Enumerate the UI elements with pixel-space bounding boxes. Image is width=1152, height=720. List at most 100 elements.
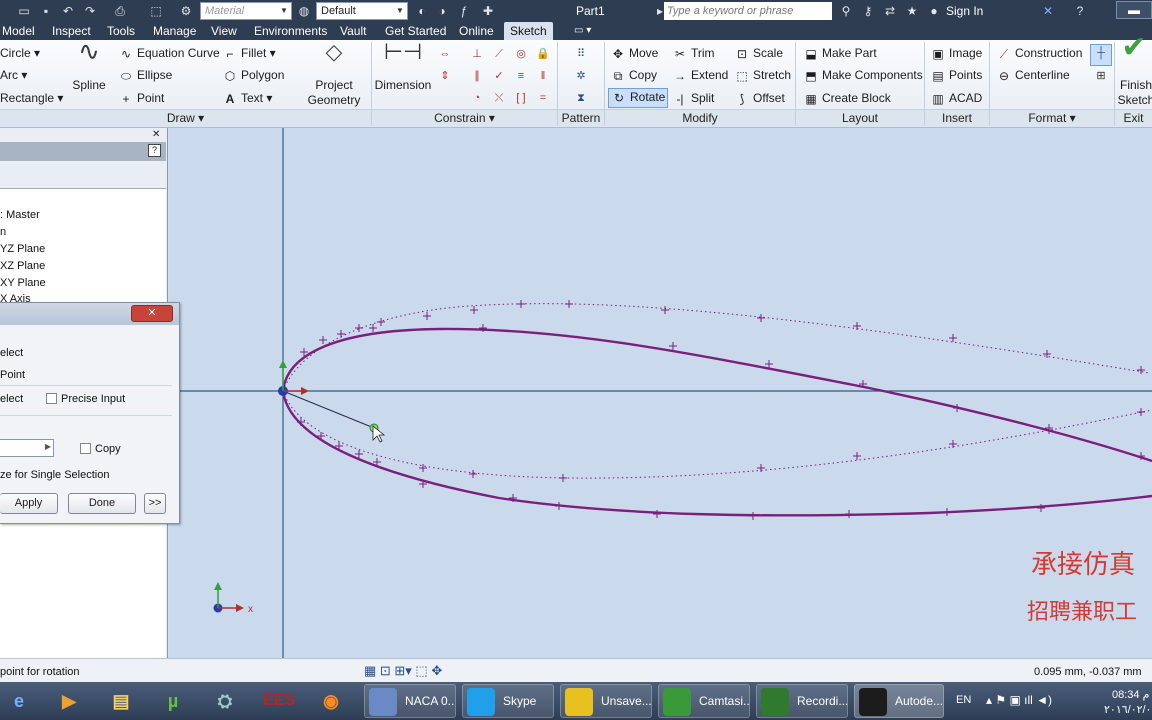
task-naca[interactable]: NACA 0... (364, 684, 456, 718)
smooth-icon[interactable]: ◔ (468, 89, 486, 107)
mirror-icon[interactable]: ⧗ (572, 89, 590, 107)
save-icon[interactable]: ▪ (38, 3, 54, 19)
equal-length-icon[interactable]: = (534, 89, 552, 107)
select-label-2[interactable]: elect (0, 393, 23, 405)
project-geometry-icon[interactable]: ◇ (306, 41, 362, 63)
ribbon-options-icon[interactable]: ▭ ▾ (574, 22, 591, 40)
tree-item-xy-plane[interactable]: XY Plane (0, 277, 46, 289)
tab-vault[interactable]: Vault (340, 22, 366, 40)
tab-environments[interactable]: Environments (254, 22, 327, 40)
clock-date[interactable]: ٢٠١٦/٠٢/٠ (1104, 703, 1151, 716)
dialog-close-button[interactable]: ✕ (131, 305, 173, 322)
make-components-button[interactable]: ⬒ Make Components (803, 67, 922, 84)
arc-button[interactable]: Arc ▾ (0, 67, 27, 83)
acad-button[interactable]: ▥ ACAD (930, 90, 982, 107)
scale-button[interactable]: ⊡ Scale (734, 45, 783, 62)
equal-icon[interactable]: [ ] (512, 89, 530, 107)
ellipse-button[interactable]: ⬭ Ellipse (118, 67, 172, 84)
tab-manage[interactable]: Manage (153, 22, 196, 40)
dimension-label[interactable]: Dimension (374, 78, 432, 93)
task-camtasia[interactable]: Camtasi... (658, 684, 750, 718)
search-input[interactable]: Type a keyword or phrase (664, 2, 832, 20)
lower-construction-curve[interactable] (282, 390, 1152, 479)
trim-button[interactable]: ✂ Trim (672, 45, 715, 62)
folder-icon[interactable]: ▤ (104, 685, 138, 717)
grid-icon[interactable]: ✚ (480, 3, 496, 19)
tree-item-yz-plane[interactable]: YZ Plane (0, 243, 45, 255)
tab-view[interactable]: View (211, 22, 237, 40)
material-combo[interactable]: Material ▼ (200, 2, 292, 20)
coincident-icon[interactable]: ✓ (490, 67, 508, 85)
print-icon[interactable]: ⎙ (112, 3, 128, 19)
help-icon[interactable]: ? (1072, 3, 1088, 19)
vertical-icon[interactable]: ‖ (534, 67, 552, 85)
tray-icons[interactable]: ▴ ⚑ ▣ ıll ◄) (986, 693, 1052, 707)
show-format-icon[interactable]: ⊞ (1090, 67, 1112, 85)
rectangular-pattern-icon[interactable]: ⠿ (572, 45, 590, 63)
text-button[interactable]: A Text ▾ (222, 90, 273, 107)
apply-button[interactable]: Apply (0, 493, 58, 514)
angle-arrow-icon[interactable]: ▶ (45, 442, 51, 451)
image-button[interactable]: ▣ Image (930, 45, 982, 62)
task-unsaved[interactable]: Unsave... (560, 684, 652, 718)
redo-icon[interactable]: ↷ (82, 3, 98, 19)
sign-in-link[interactable]: Sign In (946, 4, 983, 18)
tree-item-origin[interactable]: n (0, 226, 6, 238)
task-autodesk[interactable]: Autode... (854, 684, 944, 718)
star-icon[interactable]: ★ (904, 3, 920, 19)
circular-pattern-icon[interactable]: ✲ (572, 67, 590, 85)
tree-item-master[interactable]: : Master (0, 209, 40, 221)
collinear-icon[interactable]: ≡ (512, 67, 530, 85)
finish-sketch-button[interactable]: Finish Sketch (1116, 78, 1152, 108)
draw-group-label[interactable]: Draw ▾ (0, 109, 371, 127)
done-button[interactable]: Done (68, 493, 136, 514)
fx-icon[interactable]: ƒ (456, 3, 472, 19)
parallel-icon[interactable]: ∥ (468, 67, 486, 85)
format-group-label[interactable]: Format ▾ (990, 109, 1114, 127)
grid-snap-icons[interactable]: ▦ ⊡ ⊞▾ ⬚ ✥ (364, 663, 442, 679)
open-icon[interactable]: ▭ (16, 3, 32, 19)
settings-icon[interactable]: ⚙ (178, 3, 194, 19)
tab-model[interactable]: Model (2, 22, 35, 40)
utorrent-icon[interactable]: µ (156, 685, 190, 717)
single-selection-label[interactable]: ze for Single Selection (0, 469, 109, 481)
airfoil-lower-curve[interactable] (281, 390, 1152, 517)
select-label-1[interactable]: elect (0, 347, 23, 359)
tangent-icon[interactable]: ⟋ (490, 45, 508, 63)
key-icon[interactable]: ⚷ (860, 3, 876, 19)
symmetric-icon[interactable]: ⤬ (490, 89, 508, 107)
create-block-button[interactable]: ▦ Create Block (803, 90, 890, 107)
clock-time[interactable]: 08:34 م (1112, 688, 1149, 701)
dimension-icon[interactable]: ⊢⊣ (380, 41, 426, 63)
polygon-button[interactable]: ⬡ Polygon (222, 67, 285, 84)
graphics-canvas[interactable]: x 承接仿真 招聘兼职工 (169, 128, 1152, 658)
tab-get-started[interactable]: Get Started (385, 22, 446, 40)
extend-button[interactable]: → Extend (672, 67, 728, 84)
language-indicator[interactable]: EN (956, 694, 971, 706)
centerline-button[interactable]: ⊖ Centerline (996, 67, 1070, 84)
move-button[interactable]: ✥ Move (610, 45, 658, 62)
construction-toggle-icon[interactable]: ┼ (1090, 44, 1112, 66)
binoculars-icon[interactable]: ⚲ (838, 3, 854, 19)
close-icon[interactable]: ✕ (152, 129, 160, 140)
offset-button[interactable]: ⟆ Offset (734, 90, 785, 107)
task-recording[interactable]: Recordi... (756, 684, 848, 718)
task-skype[interactable]: Skype (462, 684, 554, 718)
help-icon[interactable]: ? (148, 144, 161, 157)
precise-input-checkbox[interactable]: Precise Input (46, 393, 125, 405)
fillet-button[interactable]: ⌐ Fillet ▾ (222, 45, 275, 62)
vertical-constraint-icon[interactable]: ⇕ (436, 67, 454, 85)
network-icon[interactable]: ⛭ (208, 685, 242, 717)
tab-tools[interactable]: Tools (107, 22, 135, 40)
firefox-icon[interactable]: ◉ (314, 685, 348, 717)
perpendicular-icon[interactable]: ⊥ (468, 45, 486, 63)
make-part-button[interactable]: ⬓ Make Part (803, 45, 876, 62)
construction-button[interactable]: ⟋ Construction (996, 45, 1083, 62)
tab-sketch[interactable]: Sketch (504, 22, 553, 40)
select-icon[interactable]: ⬚ (148, 3, 164, 19)
more-button[interactable]: >> (144, 493, 166, 514)
points-button[interactable]: ▤ Points (930, 67, 982, 84)
finish-sketch-icon[interactable]: ✔ (1116, 33, 1152, 63)
horizontal-constraint-icon[interactable]: ⇔ (436, 45, 454, 63)
media-player-icon[interactable]: ▶ (52, 685, 86, 717)
